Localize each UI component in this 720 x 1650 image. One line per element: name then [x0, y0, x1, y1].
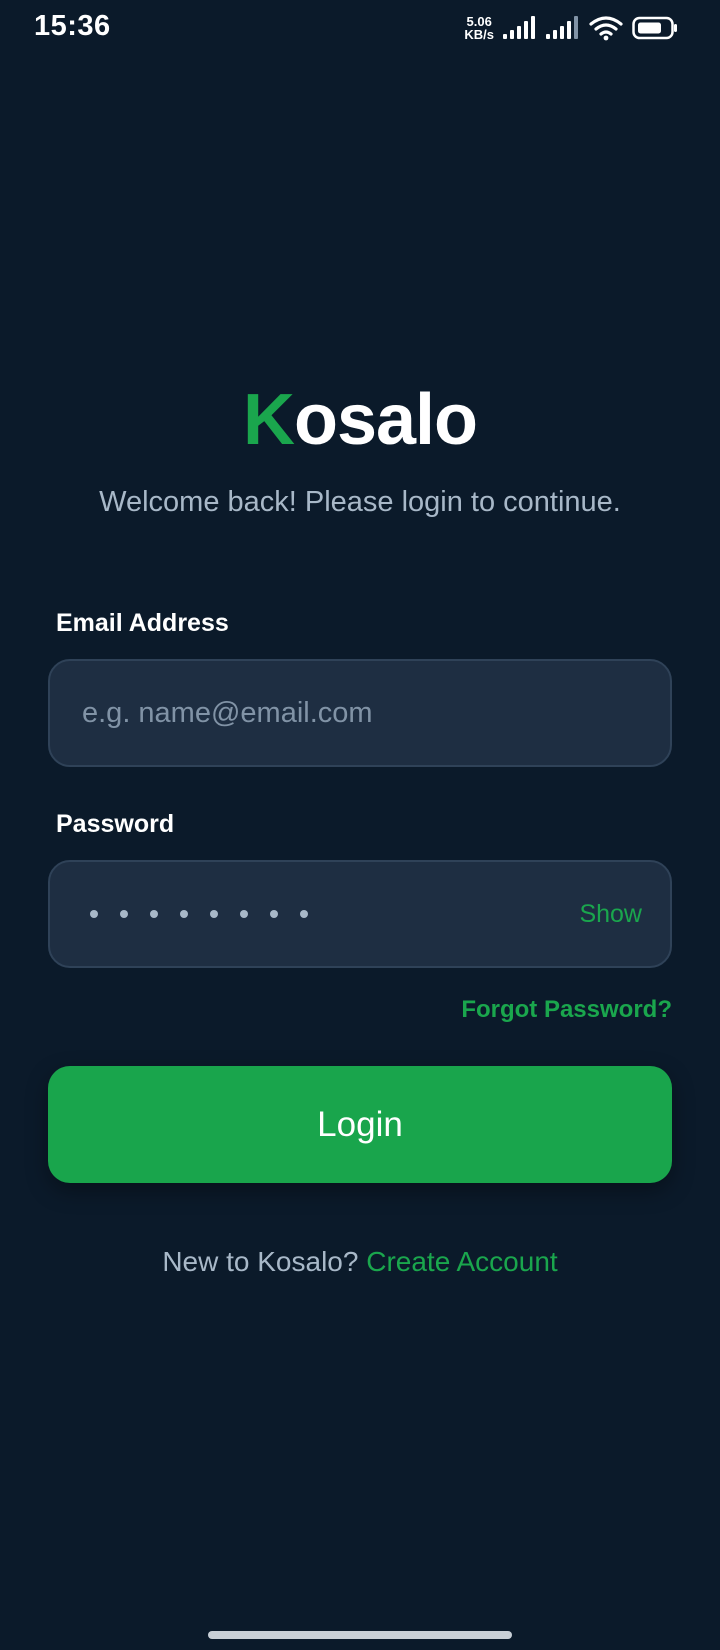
battery-icon — [632, 16, 678, 40]
status-icons: 5.06 KB/s — [464, 12, 678, 44]
home-indicator[interactable] — [208, 1631, 512, 1639]
email-field-container — [48, 659, 672, 767]
password-label: Password — [56, 810, 175, 838]
network-speed-unit: KB/s — [464, 27, 494, 42]
signal-icon — [503, 16, 537, 40]
status-bar: 15:36 5.06 KB/s — [0, 0, 720, 56]
login-button[interactable]: Login — [48, 1066, 672, 1183]
status-time: 15:36 — [34, 10, 111, 42]
login-screen: 15:36 5.06 KB/s Kosalo Welcome back! Ple… — [0, 0, 720, 1650]
logo-text: osalo — [293, 380, 478, 460]
signup-prompt: New to Kosalo? — [162, 1246, 359, 1277]
email-label: Email Address — [56, 609, 229, 637]
password-field[interactable]: Show — [48, 860, 672, 968]
show-password-toggle[interactable]: Show — [579, 862, 642, 966]
forgot-password-link[interactable]: Forgot Password? — [461, 996, 672, 1024]
network-speed: 5.06 KB/s — [464, 15, 494, 41]
create-account-link[interactable]: Create Account — [366, 1246, 557, 1277]
signup-row: New to Kosalo? Create Account — [0, 1246, 720, 1278]
app-logo: Kosalo — [0, 378, 720, 462]
password-masked-value — [90, 862, 308, 966]
wifi-icon — [589, 15, 623, 41]
logo-initial: K — [242, 380, 295, 460]
welcome-subtitle: Welcome back! Please login to continue. — [99, 486, 621, 518]
email-field[interactable] — [82, 661, 622, 765]
signal-icon — [546, 16, 580, 40]
